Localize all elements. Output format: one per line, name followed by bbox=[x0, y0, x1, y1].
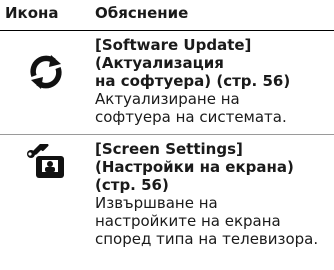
screen-settings-title-line: (Настройки на екрана) bbox=[95, 158, 294, 176]
screen-settings-icon bbox=[26, 142, 70, 186]
screen-settings-title-line: [Screen Settings] bbox=[95, 140, 243, 158]
software-update-description-line: Актуализиране на bbox=[95, 90, 240, 108]
header-divider bbox=[0, 30, 334, 31]
refresh-icon bbox=[26, 52, 66, 96]
screen-settings-description-line: настройките на екрана bbox=[95, 212, 281, 230]
software-update-description-line: софтуера на системата. bbox=[95, 108, 287, 126]
software-update-title-line: [Software Update] bbox=[95, 36, 252, 54]
software-update-title-line: на софтуера) (стр. 56) bbox=[95, 72, 291, 90]
table-header: Икона Обяснение bbox=[0, 0, 334, 30]
header-icon-column: Икона bbox=[5, 4, 59, 22]
row-divider bbox=[0, 134, 334, 135]
screen-settings-description-line: Извършване на bbox=[95, 194, 218, 212]
screen-settings-description-line: според типа на телевизора. bbox=[95, 230, 319, 248]
software-update-title-line: (Актуализация bbox=[95, 54, 224, 72]
software-update-text: [Software Update] (Актуализация на софту… bbox=[95, 36, 290, 126]
screen-settings-text: [Screen Settings] (Настройки на екрана) … bbox=[95, 140, 318, 248]
header-explanation-column: Обяснение bbox=[95, 4, 189, 22]
settings-table: Икона Обяснение [Software Update] (Актуа… bbox=[0, 0, 334, 270]
screen-settings-title-line: (стр. 56) bbox=[95, 176, 169, 194]
